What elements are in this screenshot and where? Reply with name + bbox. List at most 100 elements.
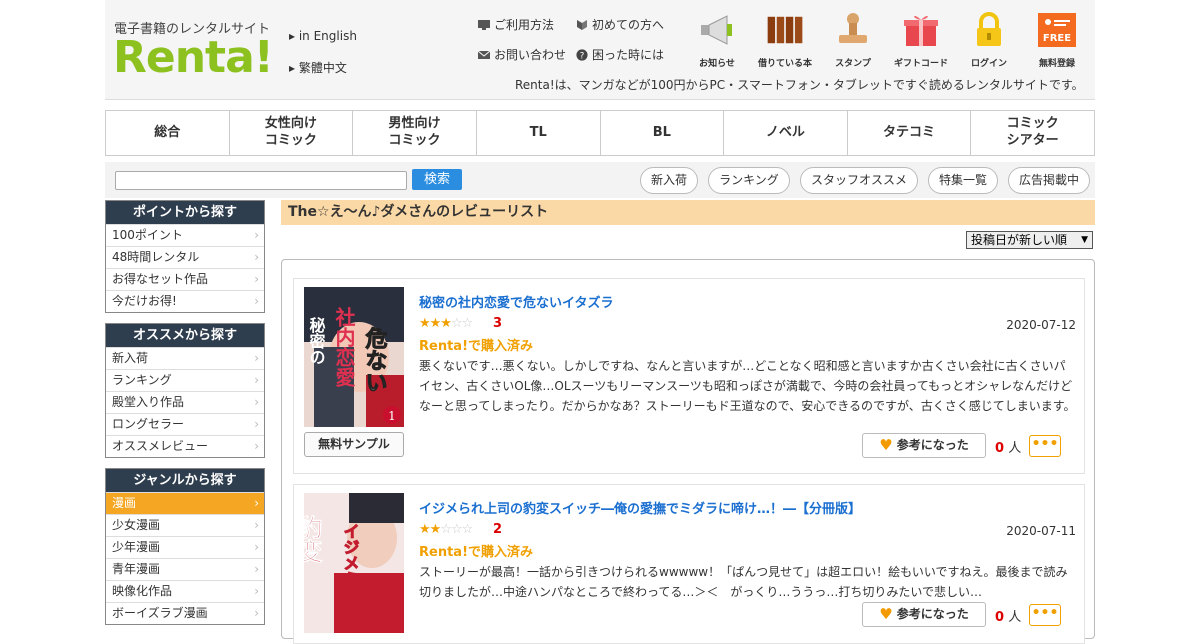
contact-link[interactable]: お問い合わせ: [477, 46, 566, 63]
heart-icon: ♥: [879, 605, 893, 623]
monitor-icon: [478, 19, 490, 30]
nav-novel[interactable]: ノベル: [724, 111, 848, 155]
nav-general[interactable]: 総合: [106, 111, 230, 155]
book-cover[interactable]: 秘密の 社内恋愛 危ない 1: [304, 287, 404, 427]
pill-features[interactable]: 特集一覧: [928, 167, 998, 194]
helpful-button[interactable]: ♥ 参考になった: [862, 602, 986, 627]
helpful-count-value: 0: [995, 610, 1005, 625]
sidebar-item-shounen[interactable]: 少年漫画: [106, 536, 264, 558]
review-card: 秘密の 社内恋愛 危ない 1 無料サンプル 秘密の社内恋愛で危ないイタズラ ★★…: [293, 278, 1085, 474]
site-header: 電子書籍のレンタルサイト Renta! ▸ in English ▸ 繁體中文 …: [105, 0, 1095, 100]
rating-stars: ★★☆☆☆: [419, 522, 473, 537]
svg-text:危ない: 危ない: [362, 326, 388, 393]
nav-tl[interactable]: TL: [477, 111, 601, 155]
lang-traditional-chinese-link[interactable]: ▸ 繁體中文: [289, 59, 347, 76]
mail-icon: [477, 50, 491, 59]
lock-icon: [977, 12, 1001, 46]
stamp-button[interactable]: スタンプ: [823, 12, 883, 69]
sort-select-value: 投稿日が新しい順: [971, 233, 1068, 247]
contact-label: お問い合わせ: [494, 48, 567, 62]
news-button[interactable]: お知らせ: [687, 12, 747, 69]
gift-code-button[interactable]: ギフトコード: [891, 12, 951, 69]
book-title-link[interactable]: イジメられ上司の豹変スイッチ―俺の愛撫でミダラに啼け…！―【分冊版】: [419, 498, 861, 517]
stamp-icon: [839, 13, 867, 43]
more-options-button[interactable]: •••: [1029, 435, 1061, 457]
usage-guide-link[interactable]: ご利用方法: [477, 16, 554, 33]
pill-new-arrivals[interactable]: 新入荷: [640, 167, 698, 194]
rating-score: 2: [493, 522, 503, 537]
sort-select[interactable]: 投稿日が新しい順 ▼: [966, 231, 1093, 249]
svg-text:社内恋愛: 社内恋愛: [332, 306, 356, 388]
review-date: 2020-07-12: [1006, 318, 1076, 332]
renta-logo[interactable]: Renta!: [113, 36, 274, 80]
more-options-button[interactable]: •••: [1029, 604, 1061, 626]
first-time-label: 初めての方へ: [592, 18, 665, 32]
review-list: 秘密の 社内恋愛 危ない 1 無料サンプル 秘密の社内恋愛で危ないイタズラ ★★…: [281, 259, 1095, 644]
helpful-count: 0 人: [995, 437, 1021, 456]
rating-score: 3: [493, 316, 503, 331]
sidebar-item-hall-of-fame[interactable]: 殿堂入り作品: [106, 391, 264, 413]
svg-text:豹変: 豹変: [304, 514, 323, 564]
sidebar-item-long-seller[interactable]: ロングセラー: [106, 413, 264, 435]
chevron-down-icon: ▼: [1081, 235, 1088, 245]
purchased-badge: Renta!で購入済み: [419, 339, 533, 354]
svg-text:?: ?: [580, 51, 585, 61]
sidebar-item-limited-deals[interactable]: 今だけお得!: [106, 290, 264, 312]
first-time-link[interactable]: 初めての方へ: [575, 16, 664, 33]
book-title-link[interactable]: 秘密の社内恋愛で危ないイタズラ: [419, 292, 613, 311]
free-registration-label: 無料登録: [1038, 59, 1075, 69]
nav-mens-comics[interactable]: 男性向け コミック: [353, 111, 477, 155]
review-date: 2020-07-11: [1006, 524, 1076, 538]
review-text: 悪くないです…悪くない。しかしですね、なんと言いますが…どことなく昭和感と言いま…: [419, 359, 1076, 413]
gift-icon: [904, 15, 938, 46]
pill-ads[interactable]: 広告掲載中: [1008, 167, 1090, 194]
login-label: ログイン: [970, 59, 1007, 69]
search-input[interactable]: [115, 171, 407, 190]
nav-tatecomi[interactable]: タテコミ: [848, 111, 972, 155]
search-button[interactable]: 検索: [412, 169, 462, 190]
pill-ranking[interactable]: ランキング: [708, 167, 790, 194]
lang-english-link[interactable]: ▸ in English: [289, 29, 357, 43]
sidebar-points-title: ポイントから探す: [106, 201, 264, 224]
help-link[interactable]: ? 困った時には: [575, 46, 664, 63]
sidebar-item-ranking[interactable]: ランキング: [106, 369, 264, 391]
sidebar-item-48h-rental[interactable]: 48時間レンタル: [106, 246, 264, 268]
sidebar-item-recommended-reviews[interactable]: オススメレビュー: [106, 435, 264, 457]
sidebar-item-shoujo[interactable]: 少女漫画: [106, 514, 264, 536]
question-icon: ?: [576, 48, 588, 61]
site-description: Renta!は、マンガなどが100円からPC・スマートフォン・タブレットですぐ読…: [515, 78, 1084, 92]
book-cover[interactable]: 豹変 イジメられ上司の: [304, 493, 404, 633]
sidebar-genre-title: ジャンルから探す: [106, 469, 264, 492]
review-text: ストーリーが最高！一話から引きつけられるwwwww！「ぱんつ見せて」は超エロい！…: [419, 565, 1068, 599]
helpful-button[interactable]: ♥ 参考になった: [862, 433, 986, 458]
news-label: お知らせ: [699, 59, 735, 69]
purchased-badge: Renta!で購入済み: [419, 545, 533, 560]
free-registration-icon: FREE: [1038, 13, 1076, 47]
sidebar-item-seinen[interactable]: 青年漫画: [106, 558, 264, 580]
nav-bl[interactable]: BL: [601, 111, 725, 155]
svg-text:イジメられ上司の: イジメられ上司の: [341, 523, 360, 633]
sidebar-item-adapted[interactable]: 映像化作品: [106, 580, 264, 602]
sidebar-item-manga[interactable]: 漫画: [106, 492, 264, 514]
sidebar-points: ポイントから探す 100ポイント 48時間レンタル お得なセット作品 今だけお得…: [105, 200, 265, 313]
nav-comic-theater[interactable]: コミック シアター: [971, 111, 1094, 155]
review-card: 豹変 イジメられ上司の イジメられ上司の豹変スイッチ―俺の愛撫でミダラに啼け…！…: [293, 484, 1085, 644]
free-registration-button[interactable]: FREE 無料登録: [1027, 12, 1087, 69]
sidebar-item-bl-manga[interactable]: ボーイズラブ漫画: [106, 602, 264, 624]
pill-staff-picks[interactable]: スタッフオススメ: [800, 167, 918, 194]
rating-stars: ★★★☆☆: [419, 316, 473, 331]
helpful-count-unit: 人: [1008, 441, 1022, 456]
sidebar-item-100-points[interactable]: 100ポイント: [106, 224, 264, 246]
nav-womens-comics[interactable]: 女性向け コミック: [230, 111, 354, 155]
heart-icon: ♥: [879, 436, 893, 454]
borrowed-books-button[interactable]: 借りている本: [755, 12, 815, 69]
books-icon: [767, 16, 803, 44]
sidebar-item-new[interactable]: 新入荷: [106, 347, 264, 369]
login-button[interactable]: ログイン: [959, 12, 1019, 69]
gift-code-label: ギフトコード: [893, 59, 948, 69]
svg-text:FREE: FREE: [1043, 33, 1071, 44]
sidebar-item-set-deals[interactable]: お得なセット作品: [106, 268, 264, 290]
sidebar-recommend-title: オススメから探す: [106, 324, 264, 347]
megaphone-icon: [701, 15, 732, 45]
free-sample-button[interactable]: 無料サンプル: [304, 432, 404, 457]
